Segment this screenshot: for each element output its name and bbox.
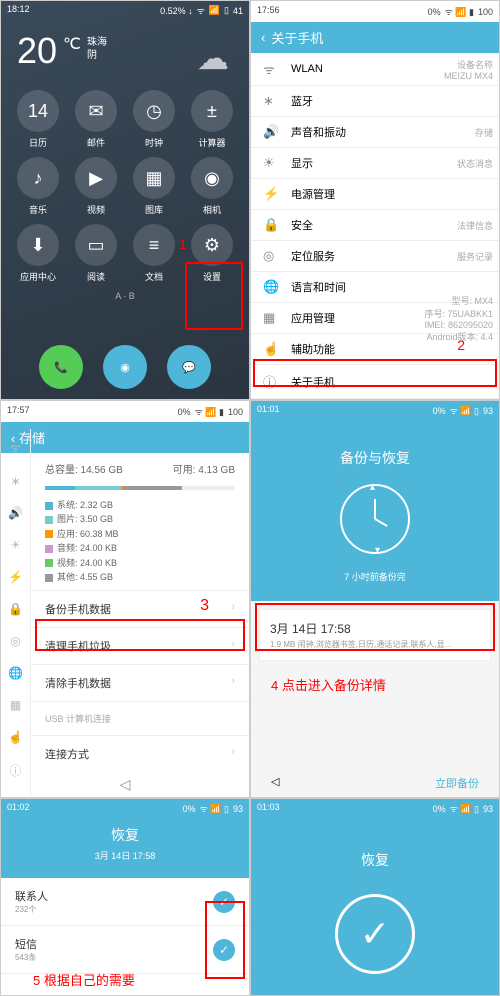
backup-status: 7 小时前备份完: [251, 570, 499, 583]
annotation-4: 4 点击进入备份详情: [251, 669, 499, 700]
usb-label: USB 计算机连接: [31, 701, 249, 735]
messages-icon[interactable]: 💬: [167, 345, 211, 389]
clock-icon: ▴ ▾: [340, 484, 410, 554]
bluetooth-icon[interactable]: ∗: [10, 474, 20, 488]
annotation-1: 1: [179, 236, 187, 252]
restore-checklist: 01:020%ᯤ 📶 ▯93 恢复 3月 14日 17:58 联系人232个✓短…: [0, 798, 250, 996]
power-icon[interactable]: ⚡: [8, 570, 23, 584]
app-时钟[interactable]: ◷时钟: [129, 90, 179, 149]
app-视频[interactable]: ▶视频: [71, 157, 121, 216]
highlight-box-backup-item: [255, 603, 495, 651]
app-计算器[interactable]: ±计算器: [187, 90, 237, 149]
app-文档[interactable]: ≡文档: [129, 224, 179, 283]
app-日历[interactable]: 14日历: [13, 90, 63, 149]
settings-list: 17:560%ᯤ 📶 ▮100 ‹关于手机 ᯤWLAN设备名称MEIZU MX4…: [250, 0, 500, 400]
wifi-icon[interactable]: ᯤ: [10, 439, 21, 456]
annotation-5: 5 根据自己的需要: [33, 970, 135, 989]
backup-now-button[interactable]: 立即备份: [435, 775, 479, 791]
annotation-3: 3: [200, 597, 209, 615]
app-邮件[interactable]: ✉邮件: [71, 90, 121, 149]
globe-icon[interactable]: 🌐: [8, 666, 23, 680]
nav-back[interactable]: ◁: [271, 775, 279, 791]
restore-done-title: 恢复: [251, 818, 499, 870]
storage-screen: 17:570%ᯤ 📶 ▮100 ‹ 存储 ᯤ∗🔊☀⚡🔒◎🌐▦☝ⓘ 总容量: 14…: [0, 400, 250, 798]
settings-row[interactable]: ∗蓝牙: [251, 86, 499, 117]
location-icon[interactable]: ◎: [10, 634, 20, 648]
settings-row[interactable]: ☀显示状态消息: [251, 148, 499, 179]
annotation-2: 2: [457, 337, 465, 353]
app-阅读[interactable]: ▭阅读: [71, 224, 121, 283]
storage-action[interactable]: 清除手机数据›: [31, 664, 249, 701]
home-screen: 18:12 0.52% ↓ᯤ📶▯41 20℃ 珠海阴 ☁ 14日历✉邮件◷时钟±…: [0, 0, 250, 400]
app-图库[interactable]: ▦图库: [129, 157, 179, 216]
access-icon[interactable]: ☝: [8, 730, 23, 744]
wifi-icon: ᯤ: [197, 4, 205, 17]
highlight-box-about: [253, 359, 497, 387]
backup-restore-screen: 01:010%ᯤ 📶 ▯93 备份与恢复 ▴ ▾ 7 小时前备份完 3月 14日…: [250, 400, 500, 798]
settings-row[interactable]: 🔒安全法律信息: [251, 210, 499, 241]
sound-icon[interactable]: 🔊: [8, 506, 23, 520]
apps-icon[interactable]: ▦: [10, 698, 21, 712]
highlight-box-backup: [35, 619, 245, 651]
settings-row[interactable]: ◎定位服务服务记录: [251, 241, 499, 272]
status-bar: 18:12 0.52% ↓ᯤ📶▯41: [1, 1, 249, 20]
app-相机[interactable]: ◉相机: [187, 157, 237, 216]
connection-row[interactable]: 连接方式›: [31, 735, 249, 772]
settings-row[interactable]: ᯤWLAN设备名称MEIZU MX4: [251, 53, 499, 86]
restore-done: 01:030%ᯤ 📶 ▯93 恢复 ✓: [250, 798, 500, 996]
highlight-box-checkboxes: [205, 901, 245, 979]
highlight-box-settings: [185, 262, 243, 330]
app-音乐[interactable]: ♪音乐: [13, 157, 63, 216]
header-about: ‹关于手机: [251, 22, 499, 53]
phone-icon[interactable]: 📞: [39, 345, 83, 389]
browser-icon[interactable]: ◉: [103, 345, 147, 389]
settings-sidebar: ᯤ∗🔊☀⚡🔒◎🌐▦☝ⓘ: [1, 429, 31, 797]
lock-icon[interactable]: 🔒: [8, 602, 23, 616]
settings-row[interactable]: ⚡电源管理: [251, 179, 499, 210]
app-应用中心[interactable]: ⬇应用中心: [13, 224, 63, 283]
settings-row[interactable]: 🔊声音和振动存储: [251, 117, 499, 148]
restore-title: 恢复: [1, 825, 249, 845]
checkmark-icon: ✓: [335, 894, 415, 974]
backup-title: 备份与恢复: [251, 420, 499, 468]
back-icon[interactable]: ‹: [261, 30, 265, 45]
settings-row[interactable]: ▦应用管理型号: MX4序号: 75UABKK1IMEI: 862095020A…: [251, 303, 499, 334]
display-icon[interactable]: ☀: [10, 538, 21, 552]
nav-back-triangle[interactable]: ◁: [1, 772, 249, 797]
header-storage: ‹ 存储: [1, 422, 249, 453]
dock: 📞 ◉ 💬: [1, 345, 249, 389]
restore-date: 3月 14日 17:58: [1, 849, 249, 862]
cloud-icon: ☁: [197, 39, 229, 77]
